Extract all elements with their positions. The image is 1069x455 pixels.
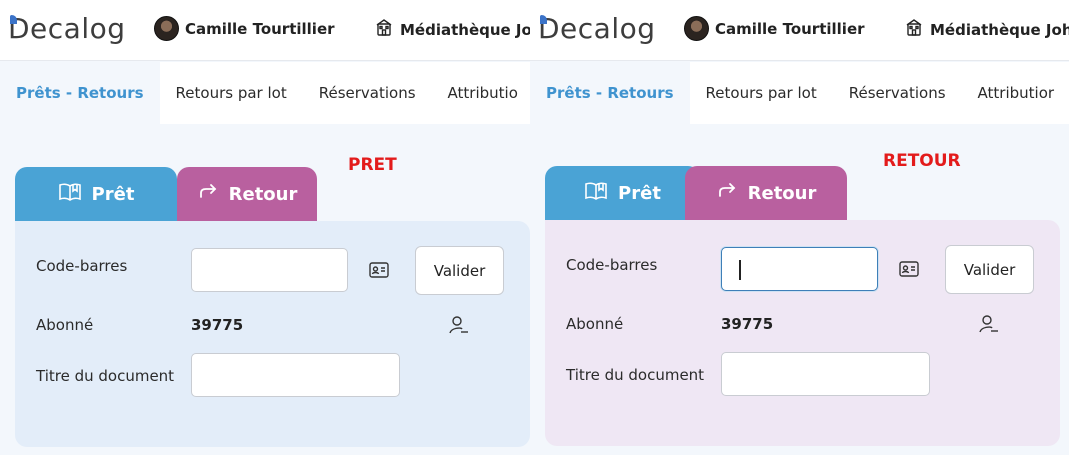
- id-card-icon[interactable]: [898, 258, 920, 280]
- title-label: Titre du document: [566, 366, 705, 384]
- user-name: Camille Tourtillier: [185, 19, 335, 38]
- decalog-logo[interactable]: Decalog: [538, 12, 656, 45]
- retour-button[interactable]: Retour: [685, 166, 847, 221]
- retour-label: Retour: [228, 184, 298, 205]
- library-selector[interactable]: Médiathèque Johr: [904, 18, 1069, 42]
- subscriber-label: Abonné: [566, 315, 624, 333]
- user-remove-icon[interactable]: [978, 313, 1000, 335]
- app-header: Decalog Camille Tourtillier Médiathèque …: [0, 0, 530, 61]
- library-name: Médiathèque Johr: [930, 21, 1069, 39]
- main-nav: Prêts - Retours Retours par lot Réservat…: [530, 62, 1069, 124]
- pret-label: Prêt: [618, 183, 661, 204]
- pret-label: Prêt: [91, 184, 135, 205]
- building-icon: [374, 18, 394, 42]
- retour-label: Retour: [747, 183, 817, 204]
- return-arrow-icon: [197, 183, 219, 206]
- retour-form-card: Code-barres Valider Abonné 39775 Titre d…: [545, 220, 1060, 446]
- panel-pret: Decalog Camille Tourtillier Médiathèque …: [0, 0, 530, 455]
- user-menu[interactable]: Camille Tourtillier: [154, 16, 335, 41]
- user-remove-icon[interactable]: [448, 314, 470, 336]
- pret-button[interactable]: Prêt: [545, 166, 700, 221]
- main-nav: Prêts - Retours Retours par lot Réservat…: [0, 62, 530, 124]
- barcode-label: Code-barres: [566, 256, 658, 274]
- building-icon: [904, 18, 924, 42]
- tab-reservations[interactable]: Réservations: [833, 62, 962, 124]
- valider-button[interactable]: Valider: [945, 245, 1034, 294]
- barcode-input[interactable]: [191, 248, 348, 292]
- library-selector[interactable]: Médiathèque Joh: [374, 18, 530, 42]
- title-label: Titre du document: [36, 367, 175, 385]
- avatar: [154, 16, 179, 41]
- tab-prets-retours[interactable]: Prêts - Retours: [530, 62, 690, 124]
- avatar: [684, 16, 709, 41]
- panel-retour: Decalog Camille Tourtillier Médiathèque …: [530, 0, 1069, 455]
- barcode-input[interactable]: [721, 247, 878, 291]
- tab-retours-par-lot[interactable]: Retours par lot: [160, 62, 303, 124]
- tab-prets-retours[interactable]: Prêts - Retours: [0, 62, 160, 124]
- tab-attributions[interactable]: Attributior: [962, 62, 1069, 124]
- retour-button[interactable]: Retour: [177, 167, 317, 222]
- user-name: Camille Tourtillier: [715, 19, 865, 38]
- barcode-label: Code-barres: [36, 257, 128, 275]
- user-menu[interactable]: Camille Tourtillier: [684, 16, 865, 41]
- mode-label: RETOUR: [883, 151, 961, 171]
- subscriber-value: 39775: [191, 316, 244, 334]
- decalog-logo[interactable]: Decalog: [8, 12, 126, 45]
- title-input[interactable]: [191, 353, 400, 397]
- app-header: Decalog Camille Tourtillier Médiathèque …: [530, 0, 1069, 61]
- subscriber-label: Abonné: [36, 316, 94, 334]
- text-caret: [739, 260, 741, 280]
- library-name: Médiathèque Joh: [400, 21, 530, 39]
- valider-button[interactable]: Valider: [415, 246, 504, 295]
- book-open-icon: [584, 180, 608, 207]
- pret-form-card: Code-barres Valider Abonné 39775 Titre d…: [15, 221, 530, 447]
- title-input[interactable]: [721, 352, 930, 396]
- book-open-icon: [58, 181, 82, 208]
- tab-retours-par-lot[interactable]: Retours par lot: [690, 62, 833, 124]
- tab-attributions[interactable]: Attributio: [432, 62, 530, 124]
- tab-reservations[interactable]: Réservations: [303, 62, 432, 124]
- subscriber-value: 39775: [721, 315, 774, 333]
- return-arrow-icon: [716, 182, 738, 205]
- mode-label: PRET: [348, 155, 397, 175]
- pret-button[interactable]: Prêt: [15, 167, 177, 222]
- id-card-icon[interactable]: [368, 259, 390, 281]
